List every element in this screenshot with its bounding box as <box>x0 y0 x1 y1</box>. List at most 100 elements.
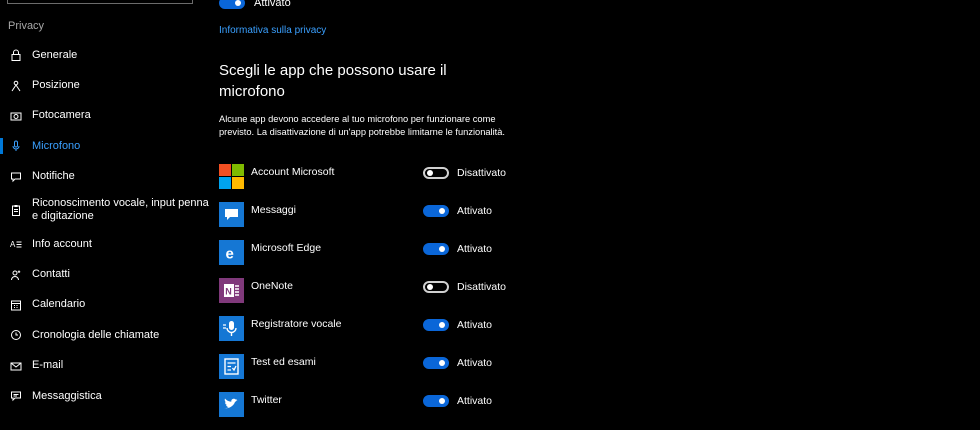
app-name: Account Microsoft <box>251 166 335 178</box>
calendar-icon <box>10 299 22 311</box>
sidebar-item-label: Generale <box>32 48 78 61</box>
app-toggle-row: Attivato <box>423 205 492 217</box>
clipboard-icon <box>10 204 22 217</box>
toggle-knob <box>235 0 241 6</box>
sidebar-item-calendario[interactable]: Calendario <box>0 290 210 320</box>
app-list: Account Microsoft Disattivato Messaggi A… <box>219 164 519 430</box>
sidebar-item-microfono[interactable]: Microfono <box>0 131 210 161</box>
toggle-status: Attivato <box>457 357 493 369</box>
sidebar-item-label: Contatti <box>32 268 70 281</box>
sidebar-item-label: Fotocamera <box>32 109 91 122</box>
camera-icon <box>10 110 22 122</box>
svg-text:A: A <box>10 240 16 249</box>
sidebar-item-email[interactable]: E-mail <box>0 351 210 381</box>
mail-icon <box>10 360 22 372</box>
sidebar-item-contatti[interactable]: Contatti <box>0 259 210 289</box>
app-toggle-row: Attivato <box>423 243 492 255</box>
app-toggle[interactable] <box>423 357 449 369</box>
sidebar-item-label: E-mail <box>32 359 64 372</box>
sidebar-item-notifiche[interactable]: Notifiche <box>0 162 210 192</box>
app-toggle-row: Attivato <box>423 319 492 331</box>
app-toggle[interactable] <box>423 319 449 331</box>
app-row: Test ed esami Attivato <box>219 354 519 392</box>
sidebar-item-fotocamera[interactable]: Fotocamera <box>0 101 210 131</box>
messaging-icon <box>10 390 22 402</box>
sidebar-item-label: Cronologia delle chiamate <box>32 328 160 341</box>
location-person-icon <box>10 80 22 92</box>
sidebar: Privacy Generale Posizione Fotocamera Mi… <box>0 0 210 420</box>
sidebar-item-messaggistica[interactable]: Messaggistica <box>0 381 210 411</box>
sidebar-item-riconoscimento[interactable]: Riconoscimento vocale, input penna e dig… <box>0 192 210 229</box>
sidebar-item-generale[interactable]: Generale <box>0 40 210 70</box>
toggle-status: Disattivato <box>457 281 507 293</box>
lock-icon <box>10 49 22 62</box>
call-history-icon <box>10 329 22 341</box>
toggle-knob <box>439 360 445 366</box>
app-row: N OneNote Disattivato <box>219 278 519 316</box>
svg-text:N: N <box>225 287 232 297</box>
app-toggle-row: Disattivato <box>423 167 506 179</box>
microsoft-logo-icon <box>219 164 244 189</box>
app-toggle[interactable] <box>423 281 449 293</box>
toggle-status: Attivato <box>457 395 493 407</box>
app-toggle[interactable] <box>423 243 449 255</box>
app-name: Microsoft Edge <box>251 242 322 254</box>
take-a-test-icon <box>219 354 244 379</box>
section-label: Privacy <box>8 20 45 32</box>
section-heading: Scegli le app che possono usare il micro… <box>219 62 447 100</box>
messages-icon <box>219 202 244 227</box>
nav-list: Generale Posizione Fotocamera Microfono … <box>0 40 210 411</box>
app-toggle-row: Attivato <box>423 357 492 369</box>
privacy-link[interactable]: Informativa sulla privacy <box>219 25 326 36</box>
toggle-status: Disattivato <box>457 167 507 179</box>
toggle-status: Attivato <box>457 205 493 217</box>
sidebar-item-info-account[interactable]: A Info account <box>0 229 210 259</box>
app-name: Twitter <box>251 394 282 406</box>
sidebar-item-label: Posizione <box>32 79 80 92</box>
toggle-knob <box>439 208 445 214</box>
twitter-icon <box>219 392 244 417</box>
toggle-knob <box>427 284 433 290</box>
app-name: Test ed esami <box>251 356 316 368</box>
notifications-icon <box>10 171 22 183</box>
toggle-knob <box>439 398 445 404</box>
contacts-icon <box>10 269 22 281</box>
app-row: e Microsoft Edge Attivato <box>219 240 519 278</box>
account-info-icon: A <box>10 238 22 250</box>
app-row: Account Microsoft Disattivato <box>219 164 519 202</box>
toggle-status: Attivato <box>457 243 493 255</box>
app-toggle[interactable] <box>423 395 449 407</box>
toggle-knob <box>439 246 445 252</box>
app-name: OneNote <box>251 280 294 292</box>
app-name: Messaggi <box>251 204 296 216</box>
app-name: Registratore vocale <box>251 318 342 330</box>
toggle-status: Attivato <box>457 319 493 331</box>
svg-text:e: e <box>226 246 234 263</box>
sidebar-item-label: Info account <box>32 237 92 250</box>
app-toggle[interactable] <box>423 205 449 217</box>
sidebar-item-label: Messaggistica <box>32 389 102 402</box>
edge-icon: e <box>219 240 244 265</box>
sidebar-item-label: Riconoscimento vocale, input penna e dig… <box>32 197 209 223</box>
sidebar-item-label: Notifiche <box>32 170 75 183</box>
sidebar-item-posizione[interactable]: Posizione <box>0 70 210 100</box>
onenote-icon: N <box>219 278 244 303</box>
toggle-status: Attivato <box>254 0 291 9</box>
sidebar-item-cronologia-chiamate[interactable]: Cronologia delle chiamate <box>0 320 210 350</box>
toggle-knob <box>439 322 445 328</box>
search-input[interactable] <box>7 0 193 4</box>
microphone-icon <box>10 140 22 152</box>
app-toggle-row: Attivato <box>423 395 492 407</box>
app-row: Messaggi Attivato <box>219 202 519 240</box>
sidebar-item-label: Calendario <box>32 298 86 311</box>
sidebar-item-label: Microfono <box>32 139 81 152</box>
main-content: Attivato Informativa sulla privacy Scegl… <box>219 0 980 420</box>
top-toggle-row: Attivato <box>219 0 291 9</box>
app-row: Twitter Attivato <box>219 392 519 430</box>
section-description: Alcune app devono accedere al tuo microf… <box>219 114 506 137</box>
app-toggle[interactable] <box>423 167 449 179</box>
microphone-access-toggle[interactable] <box>219 0 245 9</box>
toggle-knob <box>427 170 433 176</box>
voice-recorder-icon <box>219 316 244 341</box>
app-toggle-row: Disattivato <box>423 281 506 293</box>
